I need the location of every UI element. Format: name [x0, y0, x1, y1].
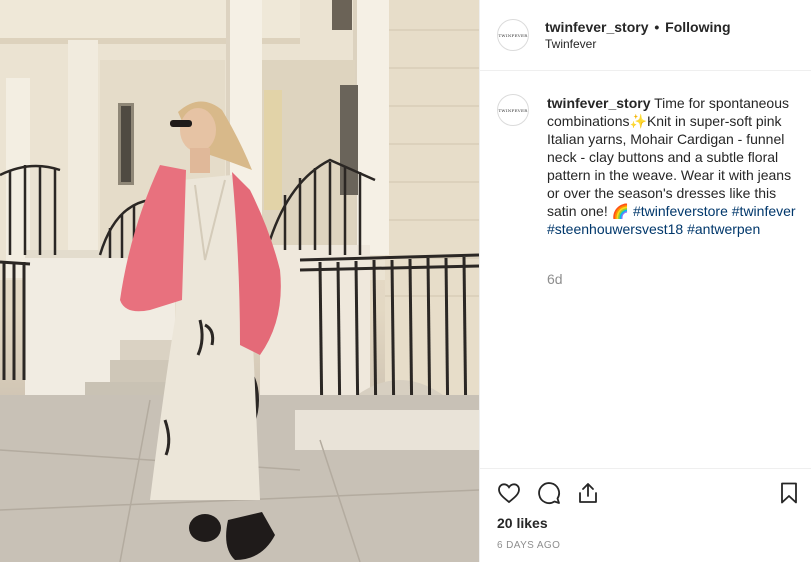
hashtag-link[interactable]: #twinfever — [732, 203, 796, 219]
share-button[interactable] — [575, 480, 601, 506]
post-side-panel: TWINFEVER twinfever_story • Following Tw… — [479, 0, 811, 562]
likes-count[interactable]: 20 likes — [497, 515, 548, 531]
caption-time-ago[interactable]: 6d — [547, 271, 563, 287]
hashtag-link[interactable]: #steenhouwersvest18 — [547, 221, 683, 237]
caption-author-link[interactable]: twinfever_story — [547, 95, 650, 111]
like-button[interactable] — [496, 480, 522, 506]
share-icon — [579, 483, 597, 503]
hashtag-link[interactable]: #twinfeverstore — [633, 203, 728, 219]
avatar-logo-text: TWINFEVER — [498, 32, 528, 38]
avatar[interactable]: TWINFEVER — [497, 19, 529, 51]
photo-illustration — [0, 0, 479, 562]
header-location-link[interactable]: Twinfever — [545, 37, 596, 51]
hashtag-link[interactable]: #antwerpen — [687, 221, 760, 237]
comment-icon — [538, 482, 560, 504]
bookmark-icon — [781, 482, 797, 504]
post-actions: 20 likes 6 DAYS AGO — [480, 468, 811, 562]
rainbow-emoji: 🌈 — [611, 203, 630, 219]
caption-avatar[interactable]: TWINFEVER — [497, 94, 529, 126]
header-user-line: twinfever_story • Following — [545, 19, 731, 35]
header-username-link[interactable]: twinfever_story — [545, 19, 648, 35]
caption-text: twinfever_story Time for spontaneous com… — [547, 94, 805, 238]
post-header: TWINFEVER twinfever_story • Following Tw… — [480, 0, 811, 71]
post-photo[interactable] — [0, 0, 479, 562]
following-button[interactable]: Following — [665, 19, 730, 35]
caption-avatar-logo-text: TWINFEVER — [498, 107, 528, 113]
comment-button[interactable] — [536, 480, 562, 506]
header-separator: • — [654, 19, 660, 35]
sparkle-emoji: ✨ — [629, 113, 647, 129]
post-date[interactable]: 6 DAYS AGO — [497, 540, 560, 551]
heart-icon — [498, 483, 520, 504]
save-button[interactable] — [776, 480, 802, 506]
comments-area: TWINFEVER twinfever_story Time for spont… — [480, 71, 811, 468]
